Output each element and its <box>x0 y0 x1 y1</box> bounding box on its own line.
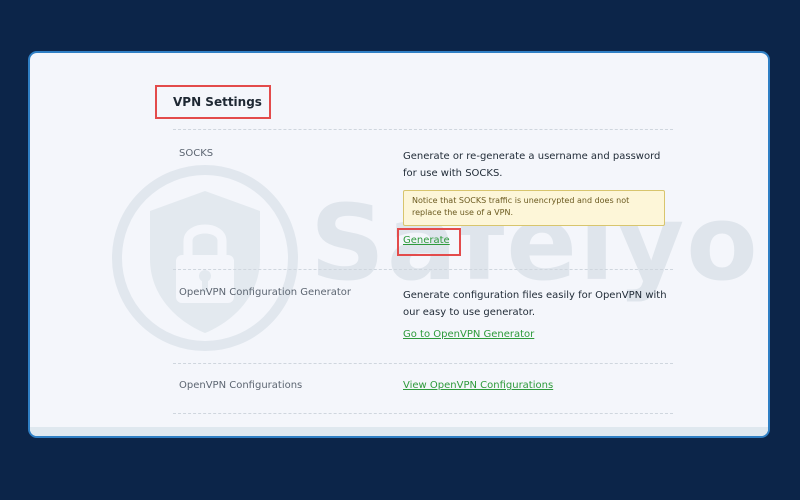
go-to-openvpn-generator-link[interactable]: Go to OpenVPN Generator <box>403 329 534 340</box>
divider <box>173 413 673 414</box>
openvpn-generator-label: OpenVPN Configuration Generator <box>179 287 352 298</box>
generate-link[interactable]: Generate <box>403 235 450 246</box>
panel-bottom-bar <box>30 427 768 436</box>
openvpn-generator-description: Generate configuration files easily for … <box>403 290 667 318</box>
settings-panel: Safelyo VPN Settings SOCKS Generate or r… <box>28 51 770 438</box>
shield-lock-icon <box>112 165 298 351</box>
page-title: VPN Settings <box>173 95 262 109</box>
socks-notice: Notice that SOCKS traffic is unencrypted… <box>403 190 665 226</box>
divider <box>173 269 673 270</box>
openvpn-configurations-label: OpenVPN Configurations <box>179 380 303 391</box>
divider <box>173 363 673 364</box>
socks-description: Generate or re-generate a username and p… <box>403 151 661 179</box>
socks-label: SOCKS <box>179 148 214 159</box>
divider <box>173 129 673 130</box>
view-openvpn-configurations-link[interactable]: View OpenVPN Configurations <box>403 380 553 391</box>
